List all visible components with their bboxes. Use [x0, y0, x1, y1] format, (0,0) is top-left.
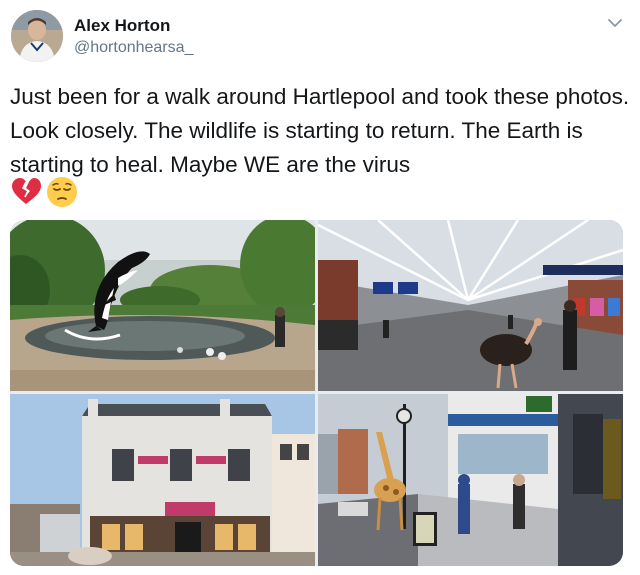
giraffe-street-image — [318, 394, 623, 566]
avatar-image — [11, 10, 63, 62]
avatar[interactable] — [11, 10, 63, 62]
emoji-row — [10, 176, 90, 208]
photo-orca-pond[interactable] — [10, 220, 315, 391]
orca-pond-image — [10, 220, 315, 391]
photo-giraffe-street[interactable] — [318, 394, 623, 566]
photo-polar-bear-pub[interactable] — [10, 394, 315, 566]
tweet-text: Just been for a walk around Hartlepool a… — [10, 84, 630, 177]
photo-ostrich-station[interactable] — [318, 220, 623, 391]
photo-grid — [10, 220, 623, 566]
chevron-down-icon[interactable] — [606, 16, 624, 30]
broken-heart-emoji — [12, 178, 41, 204]
relieved-face-emoji — [47, 177, 77, 207]
author-handle[interactable]: @hortonhearsa_ — [74, 39, 193, 57]
ostrich-station-image — [318, 220, 623, 391]
polar-bear-pub-image — [10, 394, 315, 566]
author-name[interactable]: Alex Horton — [74, 16, 170, 36]
